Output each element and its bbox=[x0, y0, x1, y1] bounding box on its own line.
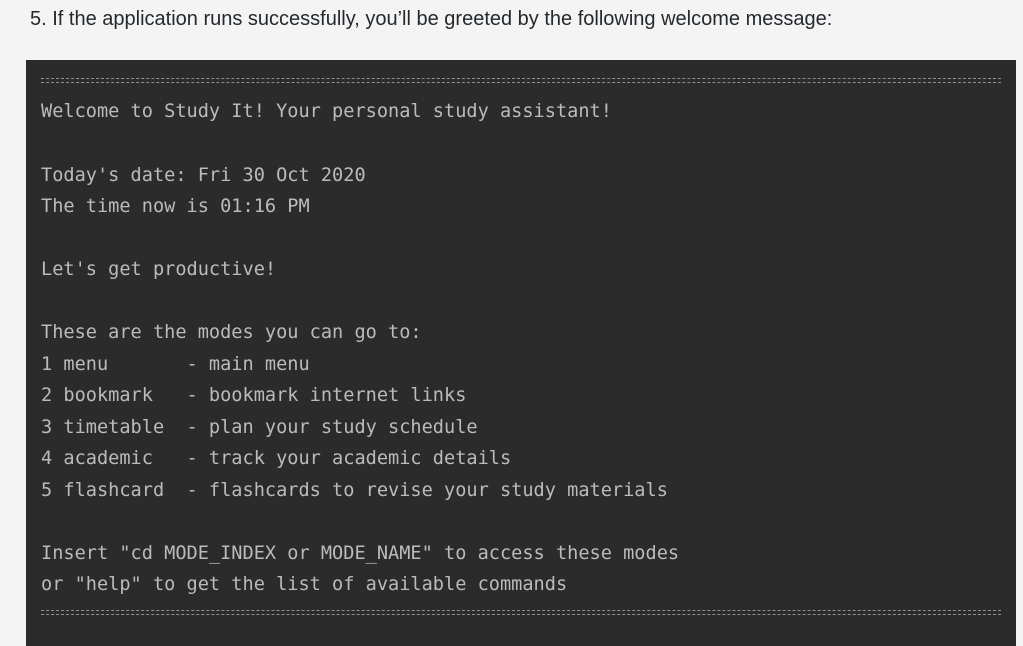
bottom-separator bbox=[41, 610, 1001, 611]
productive-line: Let's get productive! bbox=[41, 259, 277, 280]
mode-item-flashcard: 5 flashcard - flashcards to revise your … bbox=[41, 480, 668, 501]
top-separator-line-2 bbox=[41, 82, 1001, 83]
modes-header: These are the modes you can go to: bbox=[41, 322, 422, 343]
instruction-text: 5. If the application runs successfully,… bbox=[30, 8, 833, 30]
help-instruction-line: or "help" to get the list of available c… bbox=[41, 574, 568, 595]
page: 5. If the application runs successfully,… bbox=[0, 0, 1023, 646]
mode-item-bookmark: 2 bookmark - bookmark internet links bbox=[41, 385, 467, 406]
time-line: The time now is 01:16 PM bbox=[41, 196, 310, 217]
terminal-output: Welcome to Study It! Your personal study… bbox=[26, 60, 1016, 646]
bottom-separator-line-2 bbox=[41, 614, 1001, 615]
mode-item-academic: 4 academic - track your academic details bbox=[41, 448, 512, 469]
welcome-line: Welcome to Study It! Your personal study… bbox=[41, 101, 612, 122]
mode-item-menu: 1 menu - main menu bbox=[41, 354, 310, 375]
date-line: Today's date: Fri 30 Oct 2020 bbox=[41, 165, 366, 186]
top-separator bbox=[41, 78, 1001, 79]
insert-instruction-line: Insert "cd MODE_INDEX or MODE_NAME" to a… bbox=[41, 543, 680, 564]
mode-item-timetable: 3 timetable - plan your study schedule bbox=[41, 417, 478, 438]
